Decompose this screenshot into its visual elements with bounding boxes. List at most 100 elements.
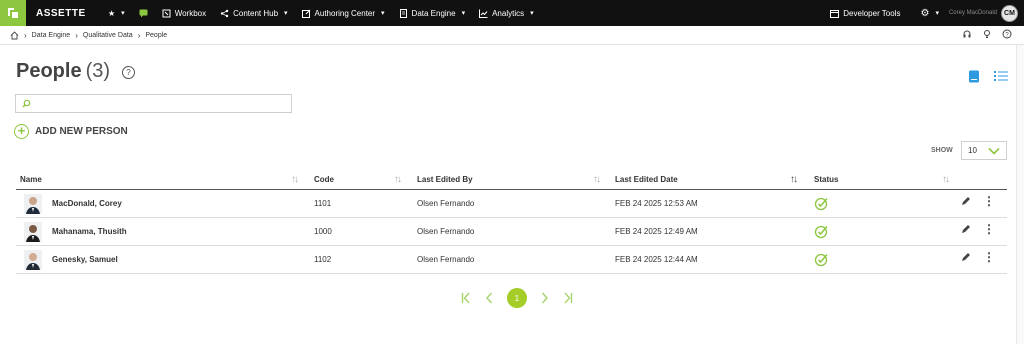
search-icon [22, 99, 31, 108]
column-header-last-edited-by[interactable]: Last Edited By [417, 175, 473, 184]
user-name[interactable]: Corey MacDonald [949, 10, 997, 16]
last-page-icon[interactable] [563, 292, 573, 304]
sort-icon[interactable]: ↑↓ [593, 174, 601, 185]
person-name: MacDonald, Corey [52, 199, 122, 208]
gear-icon: ⚙ [920, 7, 930, 19]
chevron-down-icon [988, 147, 1000, 155]
status-check-icon [814, 253, 828, 267]
settings-menu[interactable]: ⚙ ▾ [920, 8, 938, 19]
row-actions: ⋮ [961, 195, 995, 207]
status-check-icon [814, 197, 828, 211]
page-number-current[interactable]: 1 [507, 288, 527, 308]
last-edited-date: FEB 24 2025 12:44 AM [615, 255, 698, 264]
nav-content-hub[interactable]: Content Hub ▾ [220, 8, 288, 18]
nav-content-hub-label: Content Hub [233, 8, 279, 18]
line-chart-icon [479, 9, 488, 18]
developer-tools-button[interactable]: Developer Tools [830, 9, 900, 18]
breadcrumb-actions: ? [962, 29, 1012, 39]
person-photo [24, 250, 42, 270]
add-new-person-button[interactable]: + ADD NEW PERSON [14, 124, 128, 139]
chat-icon [139, 9, 148, 17]
calendar-icon [830, 9, 840, 18]
top-right-controls: Developer Tools ⚙ ▾ Corey MacDonald CM [816, 0, 1018, 26]
sort-icon[interactable]: ↑↓ [942, 174, 950, 185]
status-check-icon [814, 225, 828, 239]
list-view-icon[interactable] [994, 70, 1008, 82]
breadcrumb: › Data Engine › Qualitative Data › Peopl… [0, 26, 1024, 45]
column-header-status[interactable]: Status [814, 175, 838, 184]
record-count: (3) [85, 60, 111, 82]
table-row[interactable]: MacDonald, Corey 1101 Olsen Fernando FEB… [16, 190, 1007, 218]
last-edited-by: Olsen Fernando [417, 199, 475, 208]
nav-authoring-center-label: Authoring Center [314, 8, 376, 18]
person-code: 1000 [314, 227, 332, 236]
search-box [15, 94, 292, 113]
person-name: Genesky, Samuel [52, 255, 118, 264]
developer-tools-label: Developer Tools [843, 8, 901, 18]
table-header: Name ↑↓ Code ↑↓ Last Edited By ↑↓ Last E… [16, 170, 1007, 190]
sort-icon[interactable]: ↑↓ [394, 174, 402, 185]
last-edited-date: FEB 24 2025 12:49 AM [615, 227, 698, 236]
last-edited-date: FEB 24 2025 12:53 AM [615, 199, 698, 208]
edit-pencil-icon[interactable] [961, 196, 971, 206]
page-help-icon[interactable]: ? [122, 66, 135, 79]
pagination: 1 [461, 288, 573, 308]
edit-pencil-icon[interactable] [961, 224, 971, 234]
search-input[interactable] [35, 99, 275, 108]
home-icon[interactable] [10, 30, 19, 40]
avatar[interactable]: CM [1001, 4, 1018, 22]
breadcrumb-data-engine[interactable]: Data Engine [32, 32, 71, 39]
nav-workbox[interactable]: Workbox [162, 9, 206, 18]
right-scroll-gutter [1016, 45, 1024, 344]
column-header-last-edited-date[interactable]: Last Edited Date [615, 175, 678, 184]
more-options-icon[interactable]: ⋮ [983, 223, 995, 235]
row-actions: ⋮ [961, 223, 995, 235]
sort-icon[interactable]: ↑↓ [291, 174, 299, 185]
last-edited-by: Olsen Fernando [417, 255, 475, 264]
brand-name[interactable]: ASSETTE [36, 8, 94, 19]
person-photo [24, 194, 42, 214]
nav-data-engine[interactable]: Data Engine ▾ [399, 8, 465, 18]
share-icon [220, 9, 229, 17]
person-name: Mahanama, Thusith [52, 227, 127, 236]
more-options-icon[interactable]: ⋮ [983, 195, 995, 207]
help-icon[interactable]: ? [1002, 29, 1012, 39]
row-actions: ⋮ [961, 251, 995, 263]
nav-authoring-center[interactable]: Authoring Center ▾ [301, 8, 385, 18]
previous-page-icon[interactable] [485, 292, 493, 304]
favorites-menu[interactable]: ★ ▾ [108, 9, 125, 18]
page-size-value: 10 [968, 146, 977, 155]
logo-icon[interactable] [0, 0, 26, 26]
people-table: Name ↑↓ Code ↑↓ Last Edited By ↑↓ Last E… [16, 170, 1007, 274]
nav-analytics-label: Analytics [492, 8, 525, 18]
page-title-text: People [16, 60, 82, 82]
next-page-icon[interactable] [541, 292, 549, 304]
column-header-name[interactable]: Name [20, 175, 42, 184]
person-code: 1102 [314, 255, 332, 264]
nav-analytics[interactable]: Analytics ▾ [479, 9, 534, 18]
column-header-code[interactable]: Code [314, 175, 334, 184]
breadcrumb-qualitative-data[interactable]: Qualitative Data [83, 32, 133, 39]
table-row[interactable]: Genesky, Samuel 1102 Olsen Fernando FEB … [16, 246, 1007, 274]
sort-descending-icon[interactable]: ↑↓ [790, 174, 798, 185]
last-edited-by: Olsen Fernando [417, 227, 475, 236]
chevron-down-icon: ▾ [381, 10, 385, 17]
nav-workbox-label: Workbox [174, 8, 207, 18]
card-view-icon[interactable] [968, 70, 980, 83]
first-page-icon[interactable] [461, 292, 471, 304]
edit-icon [301, 9, 310, 18]
top-navigation-bar: ASSETTE ★ ▾ Workbox Content Hub ▾ Authori… [0, 0, 1024, 26]
person-code: 1101 [314, 199, 332, 208]
table-row[interactable]: Mahanama, Thusith 1000 Olsen Fernando FE… [16, 218, 1007, 246]
edit-pencil-icon[interactable] [961, 252, 971, 262]
headset-icon[interactable] [962, 29, 972, 39]
chevron-right-icon: › [137, 30, 141, 40]
lightbulb-icon[interactable] [982, 29, 992, 39]
more-options-icon[interactable]: ⋮ [983, 251, 995, 263]
plus-circle-icon: + [14, 124, 29, 139]
nav-data-engine-label: Data Engine [411, 8, 456, 18]
chat-button[interactable] [139, 9, 148, 18]
page-size-select[interactable]: 10 [961, 141, 1007, 160]
add-new-person-label: ADD NEW PERSON [35, 126, 128, 137]
document-icon [399, 8, 407, 18]
